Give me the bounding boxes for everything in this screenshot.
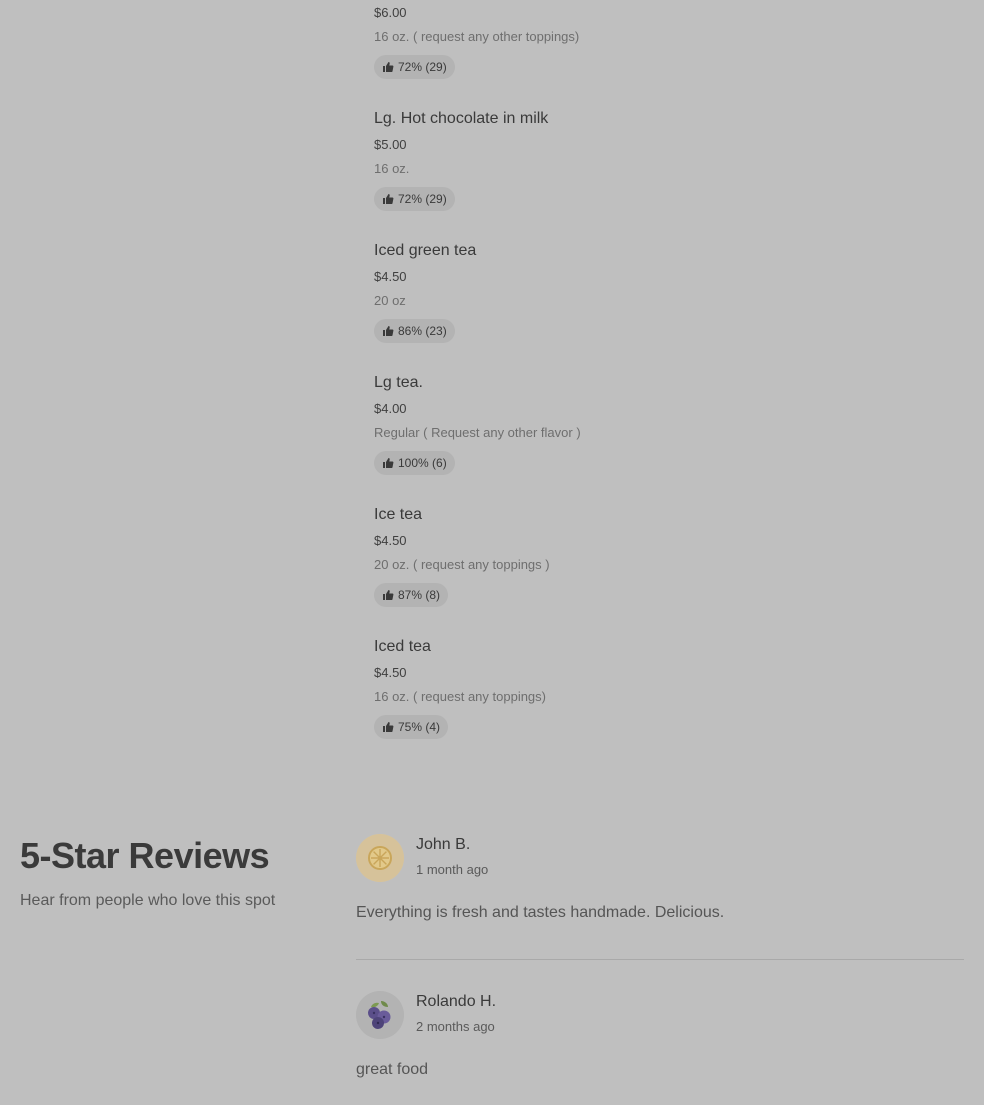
menu-item-name: Lg tea. <box>374 374 423 391</box>
menu-item[interactable]: $6.00 16 oz. ( request any other topping… <box>374 0 934 106</box>
menu-item-name: Ice tea <box>374 506 423 523</box>
review-time: 2 months ago <box>416 1019 495 1034</box>
menu-item-name: Iced green tea <box>374 242 477 259</box>
menu-item-rating-text: 72% (29) <box>398 192 447 206</box>
menu-item-rating: 75% (4) <box>374 715 449 739</box>
thumbs-up-icon <box>382 193 394 205</box>
thumbs-up-icon <box>382 457 394 469</box>
menu-item-description: 20 oz. ( request any toppings ) <box>374 557 550 572</box>
menu-item-price: $4.50 <box>374 533 407 548</box>
menu-item-price: $5.00 <box>374 137 407 152</box>
blueberry-icon <box>356 991 404 1039</box>
menu-item-rating: 72% (29) <box>374 187 455 211</box>
menu-item-rating-text: 75% (4) <box>398 720 441 734</box>
menu-item-description: 20 oz <box>374 293 406 308</box>
menu-item-rating: 72% (29) <box>374 55 455 79</box>
menu-item-description: 16 oz. ( request any other toppings) <box>374 29 580 44</box>
review-divider <box>356 959 964 960</box>
reviewer-name: John B. <box>416 836 471 853</box>
menu-item-rating: 87% (8) <box>374 583 449 607</box>
avatar <box>356 834 404 882</box>
menu-item[interactable]: Iced green tea $4.50 20 oz 86% (23) <box>374 242 934 374</box>
menu-item-price: $4.50 <box>374 269 407 284</box>
menu-item[interactable]: Lg tea. $4.00 Regular ( Request any othe… <box>374 374 934 506</box>
review-text: Everything is fresh and tastes handmade.… <box>356 904 725 921</box>
menu-item[interactable]: Ice tea $4.50 20 oz. ( request any toppi… <box>374 506 934 638</box>
menu-item-description: 16 oz. <box>374 161 410 176</box>
menu-item[interactable]: Lg. Hot chocolate in milk $5.00 16 oz. 7… <box>374 110 934 242</box>
review-card: John B. 1 month ago Everything is fresh … <box>356 834 964 944</box>
thumbs-up-icon <box>382 721 394 733</box>
avatar <box>356 991 404 1039</box>
review-time: 1 month ago <box>416 862 489 877</box>
menu-item-price: $4.50 <box>374 665 407 680</box>
menu-item-name: Lg. Hot chocolate in milk <box>374 110 549 127</box>
menu-item-rating-text: 100% (6) <box>398 456 447 470</box>
review-card: Rolando H. 2 months ago great food <box>356 991 964 1101</box>
menu-item-description: 16 oz. ( request any toppings) <box>374 689 546 704</box>
menu-item-rating-text: 72% (29) <box>398 60 447 74</box>
thumbs-up-icon <box>382 325 394 337</box>
review-text: great food <box>356 1061 429 1078</box>
menu-item-price: $6.00 <box>374 5 407 20</box>
reviews-subtitle: Hear from people who love this spot <box>20 892 276 909</box>
menu-item[interactable]: Iced tea $4.50 16 oz. ( request any topp… <box>374 638 934 770</box>
menu-item-rating-text: 87% (8) <box>398 588 441 602</box>
thumbs-up-icon <box>382 61 394 73</box>
thumbs-up-icon <box>382 589 394 601</box>
menu-item-description: Regular ( Request any other flavor ) <box>374 425 581 440</box>
menu-item-price: $4.00 <box>374 401 407 416</box>
menu-item-rating: 86% (23) <box>374 319 455 343</box>
menu-item-rating-text: 86% (23) <box>398 324 447 338</box>
menu-item-rating: 100% (6) <box>374 451 455 475</box>
lemon-icon <box>356 834 404 882</box>
reviewer-name: Rolando H. <box>416 993 497 1010</box>
reviews-title: 5-Star Reviews <box>20 835 270 876</box>
menu-item-name: Iced tea <box>374 638 431 655</box>
